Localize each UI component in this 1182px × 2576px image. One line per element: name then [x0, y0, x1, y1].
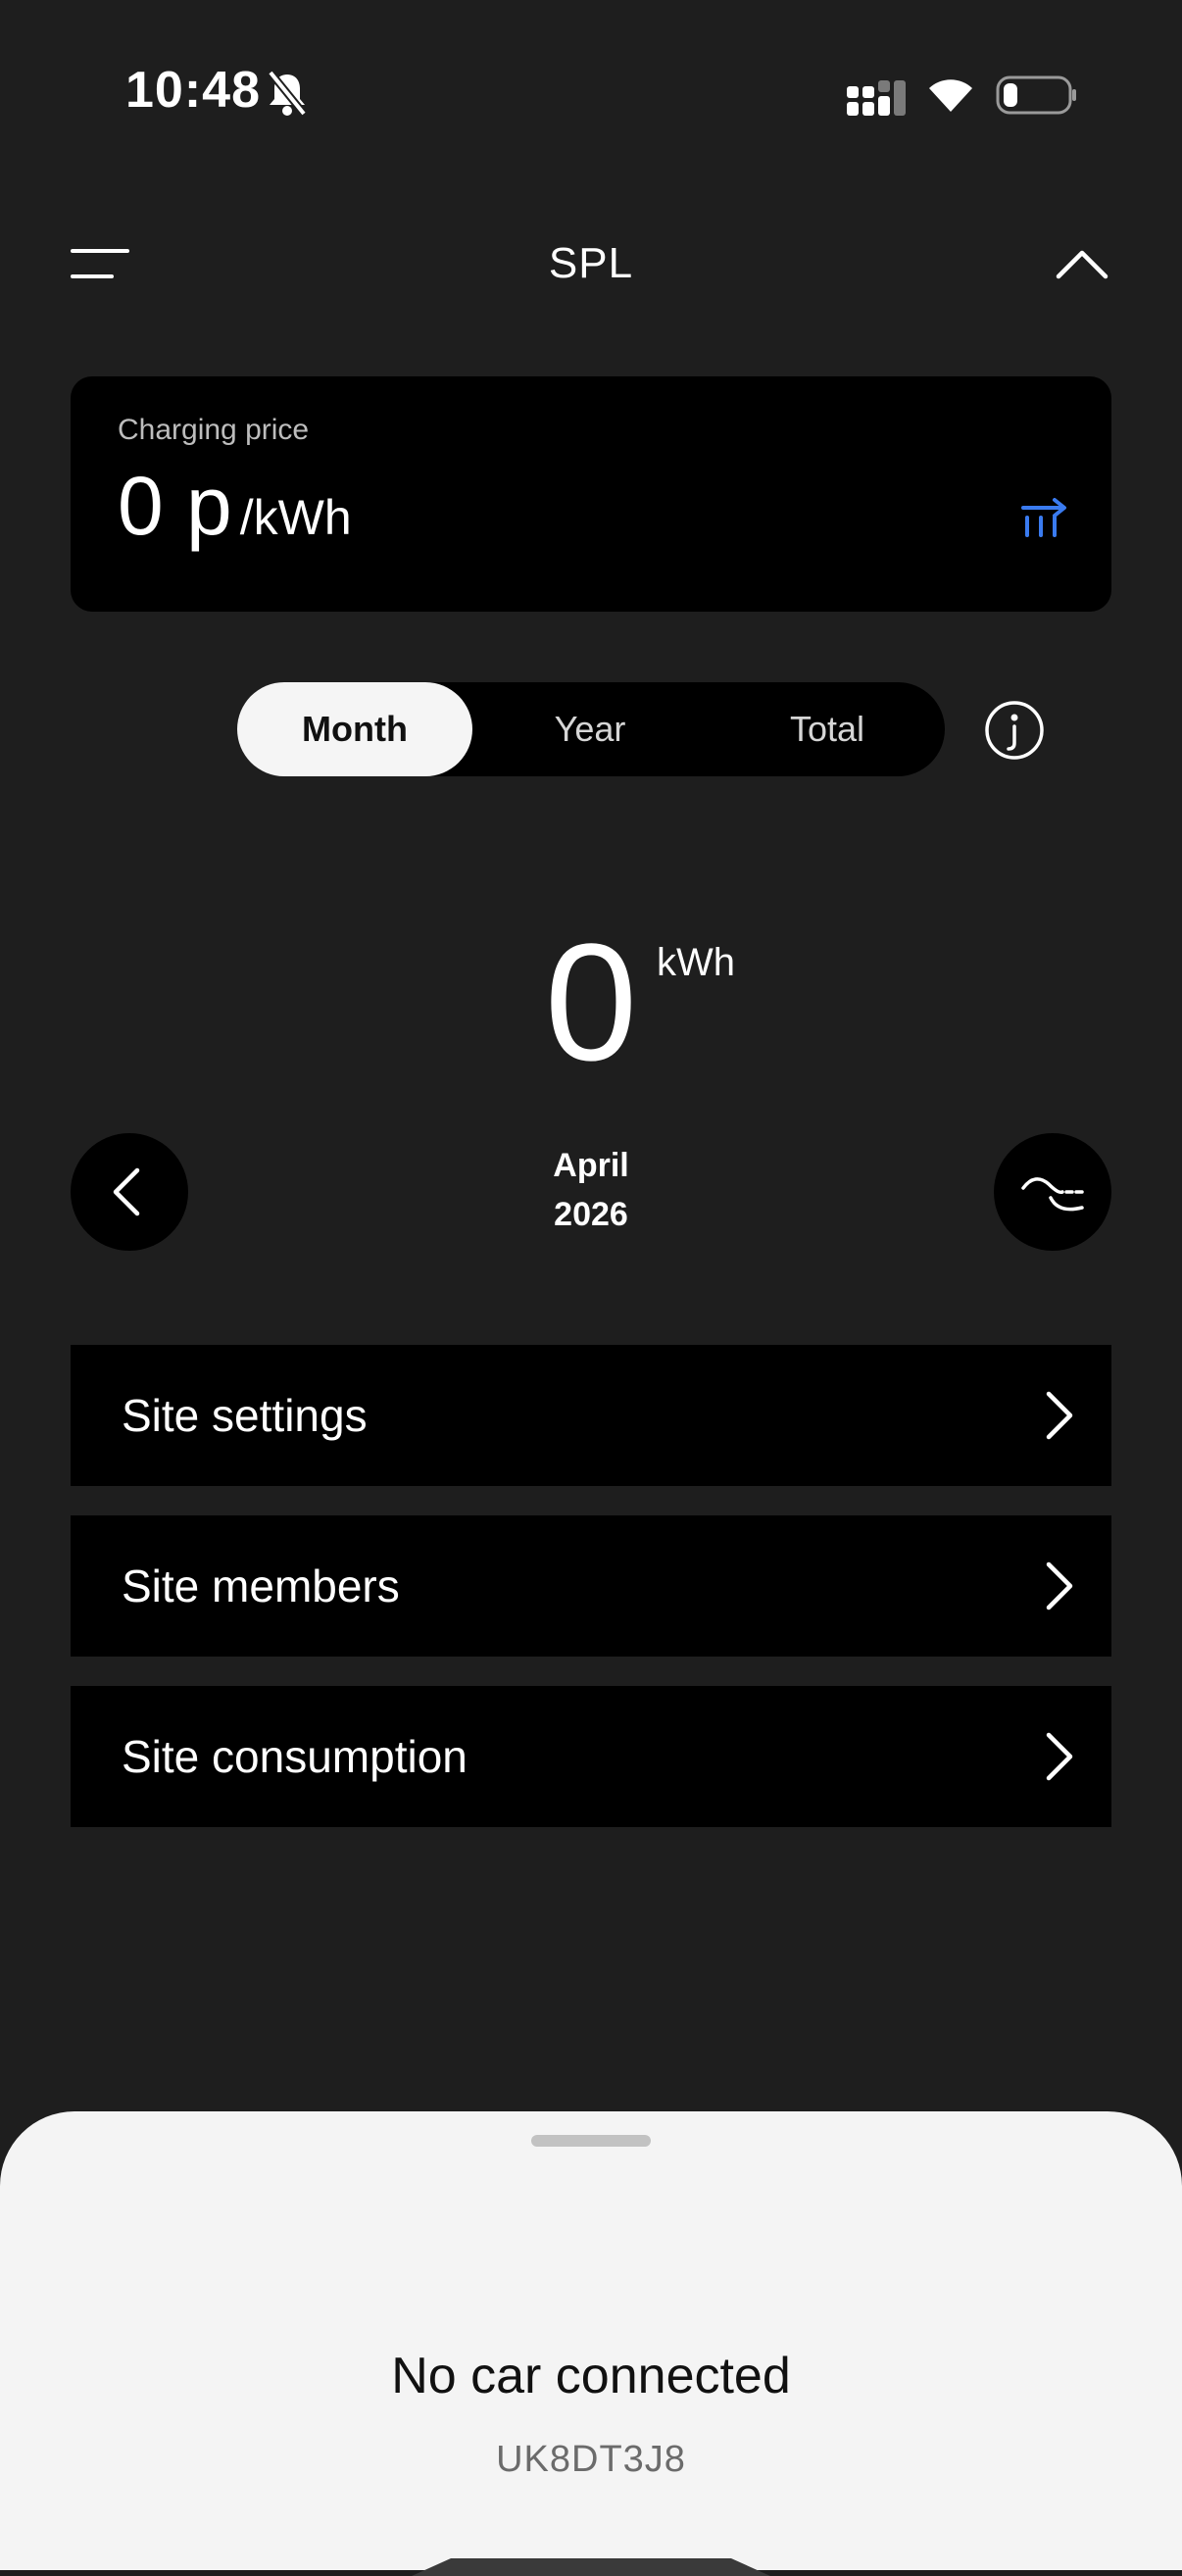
site-members-label: Site members: [122, 1560, 400, 1611]
price-unit: /kWh: [239, 490, 352, 545]
site-settings-label: Site settings: [122, 1390, 368, 1441]
energy-value: 0: [544, 910, 638, 1096]
tab-month[interactable]: Month: [237, 682, 472, 776]
wave-chart-icon: [1021, 1177, 1084, 1212]
charger-bottom-sheet[interactable]: No car connected UK8DT3J8: [0, 2111, 1182, 2576]
site-settings-row[interactable]: Site settings: [71, 1345, 1111, 1486]
connection-status: No car connected: [391, 2348, 791, 2404]
site-consumption-row[interactable]: Site consumption: [71, 1686, 1111, 1827]
energy-unit: kWh: [657, 941, 735, 984]
chevron-right-icon: [1046, 1391, 1073, 1440]
sheet-drag-handle[interactable]: [531, 2135, 651, 2147]
charging-price-value: 0 p/kWh: [118, 459, 352, 554]
chevron-up-icon[interactable]: [1055, 245, 1109, 280]
chevron-right-icon: [1046, 1732, 1073, 1781]
signal-icon: [847, 80, 906, 116]
tariff-arrow-icon[interactable]: [1019, 494, 1070, 543]
wifi-icon: [929, 79, 972, 112]
charging-price-card[interactable]: Charging price 0 p/kWh: [71, 376, 1111, 612]
price-amount: 0 p: [118, 460, 232, 552]
charger-id: UK8DT3J8: [496, 2439, 686, 2480]
tab-total[interactable]: Total: [710, 682, 945, 776]
charging-price-label: Charging price: [118, 414, 310, 446]
charger-image: [412, 2558, 770, 2576]
period-tabs: Month Year Total: [237, 682, 945, 776]
status-time: 10:48: [125, 62, 261, 119]
bell-muted-icon: [267, 70, 308, 117]
chart-view-button[interactable]: [994, 1133, 1111, 1251]
chevron-right-icon: [1046, 1561, 1073, 1610]
page-title: SPL: [548, 239, 634, 287]
info-icon[interactable]: [984, 700, 1045, 761]
battery-icon: [996, 75, 1076, 115]
site-members-row[interactable]: Site members: [71, 1515, 1111, 1657]
site-consumption-label: Site consumption: [122, 1731, 468, 1782]
tab-year[interactable]: Year: [472, 682, 708, 776]
